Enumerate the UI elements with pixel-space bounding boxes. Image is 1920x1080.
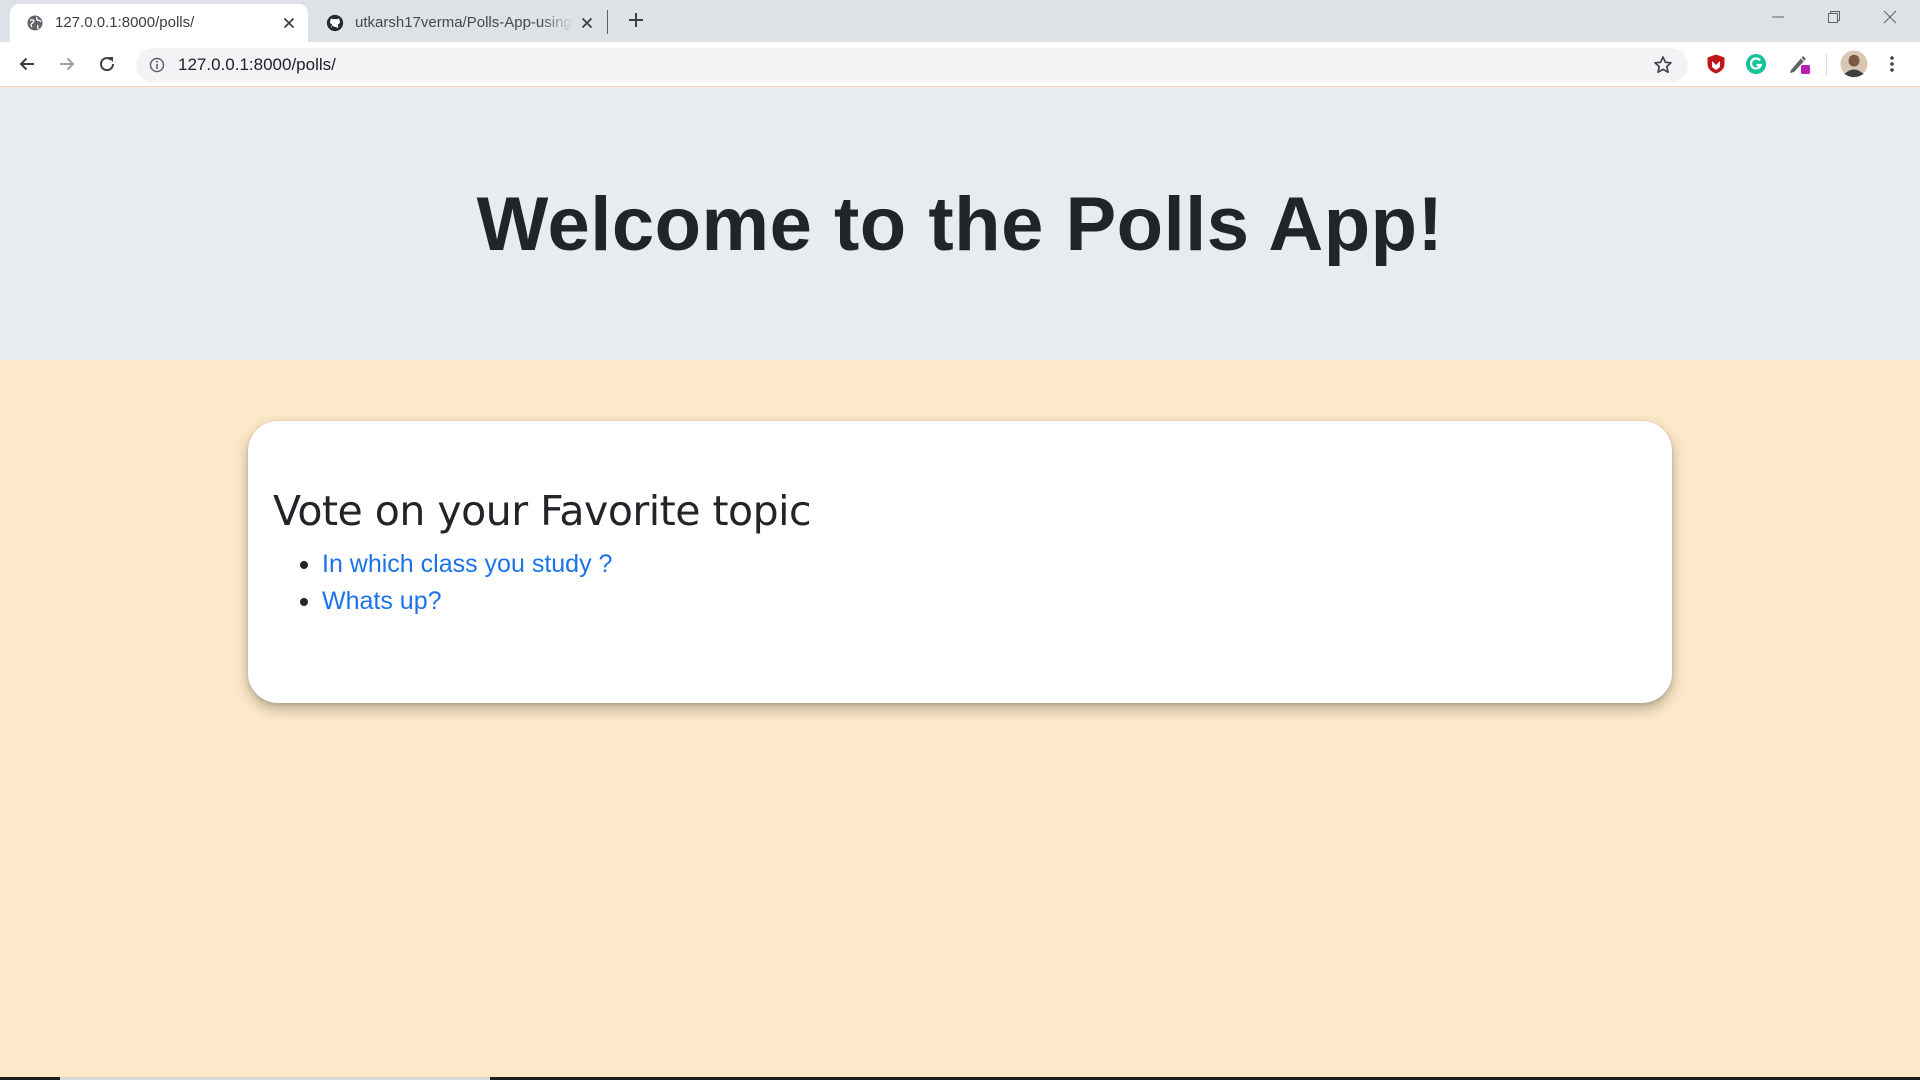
close-tab-icon[interactable] (278, 12, 300, 34)
toolbar-divider (1826, 54, 1827, 76)
browser-tabstrip: 127.0.0.1:8000/polls/ utkarsh17verma/Pol… (0, 0, 1920, 42)
mcafee-shield-icon[interactable] (1703, 51, 1729, 77)
tab-github[interactable]: utkarsh17verma/Polls-App-using (310, 4, 606, 42)
bookmark-star-icon[interactable] (1652, 54, 1674, 76)
grammarly-icon[interactable] (1743, 51, 1769, 77)
poll-list: In which class you study ? Whats up? (300, 546, 612, 620)
list-item: Whats up? (300, 583, 612, 620)
globe-icon (26, 14, 44, 32)
restore-icon[interactable] (1806, 0, 1862, 34)
github-icon (326, 14, 344, 32)
forward-arrow-icon[interactable] (51, 48, 83, 80)
reload-icon[interactable] (91, 48, 123, 80)
tab-title: utkarsh17verma/Polls-App-using (355, 14, 572, 31)
profile-avatar[interactable] (1840, 50, 1868, 78)
poll-link[interactable]: In which class you study ? (322, 550, 612, 578)
window-close-icon[interactable] (1862, 0, 1918, 34)
minimize-icon[interactable] (1750, 0, 1806, 34)
bullet-icon (300, 598, 308, 606)
poll-link[interactable]: Whats up? (322, 587, 442, 615)
address-bar[interactable]: 127.0.0.1:8000/polls/ (136, 48, 1688, 82)
chrome-menu-icon[interactable] (1876, 48, 1908, 80)
tab-title: 127.0.0.1:8000/polls/ (55, 14, 195, 31)
bullet-icon (300, 561, 308, 569)
browser-toolbar: 127.0.0.1:8000/polls/ (0, 42, 1920, 87)
card-heading: Vote on your Favorite topic (273, 487, 812, 535)
info-icon[interactable] (148, 56, 166, 74)
tab-polls[interactable]: 127.0.0.1:8000/polls/ (10, 4, 308, 42)
back-arrow-icon[interactable] (11, 48, 43, 80)
new-tab-icon[interactable] (624, 8, 648, 32)
polls-card: Vote on your Favorite topic In which cla… (248, 421, 1672, 703)
close-tab-icon[interactable] (576, 12, 598, 34)
page-title: Welcome to the Polls App! (476, 181, 1444, 267)
pen-extension-icon[interactable] (1786, 51, 1812, 77)
list-item: In which class you study ? (300, 546, 612, 583)
jumbotron: Welcome to the Polls App! (0, 88, 1920, 360)
tab-separator (607, 10, 608, 34)
url-text[interactable]: 127.0.0.1:8000/polls/ (178, 48, 336, 82)
